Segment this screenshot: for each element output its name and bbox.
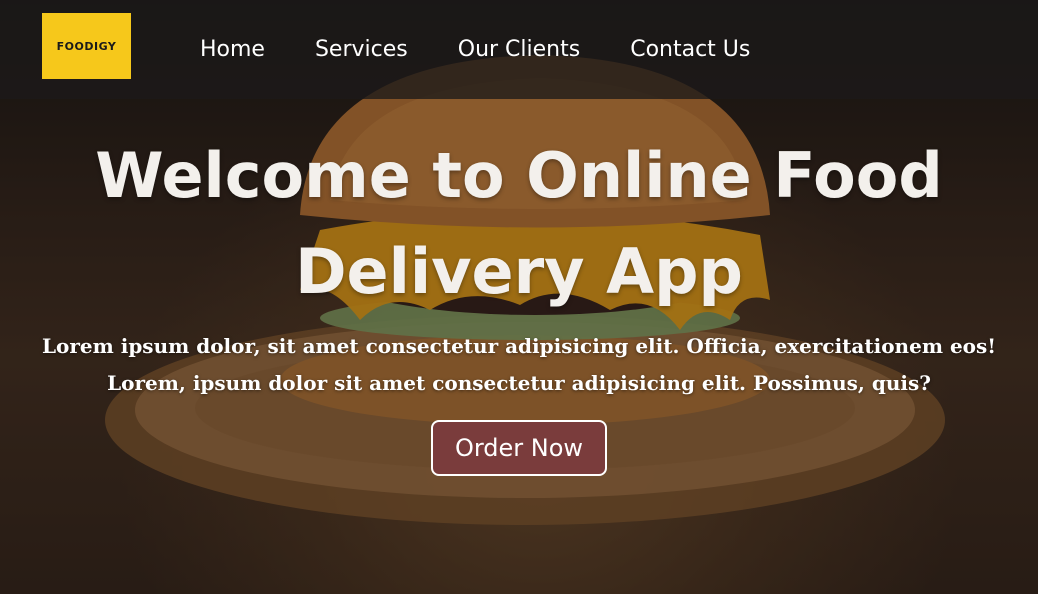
hero-title: Welcome to Online Food Delivery App — [95, 139, 943, 308]
hero-section: Welcome to Online Food Delivery App Lore… — [0, 128, 1038, 476]
brand-logo[interactable]: FOODIGY — [42, 13, 131, 79]
nav-link-our-clients[interactable]: Our Clients — [458, 30, 580, 70]
logo-text: FOODIGY — [56, 39, 117, 53]
page: FOODIGY Home Services Our Clients Contac… — [0, 0, 1038, 594]
nav-link-services[interactable]: Services — [315, 30, 408, 70]
nav-link-home[interactable]: Home — [200, 30, 265, 70]
nav-menu: Home Services Our Clients Contact Us — [200, 30, 800, 70]
order-now-button[interactable]: Order Now — [430, 420, 608, 476]
nav-link-contact-us[interactable]: Contact Us — [630, 30, 750, 70]
navbar: FOODIGY Home Services Our Clients Contac… — [0, 0, 1038, 99]
hero-description: Lorem ipsum dolor, sit amet consectetur … — [41, 334, 997, 395]
